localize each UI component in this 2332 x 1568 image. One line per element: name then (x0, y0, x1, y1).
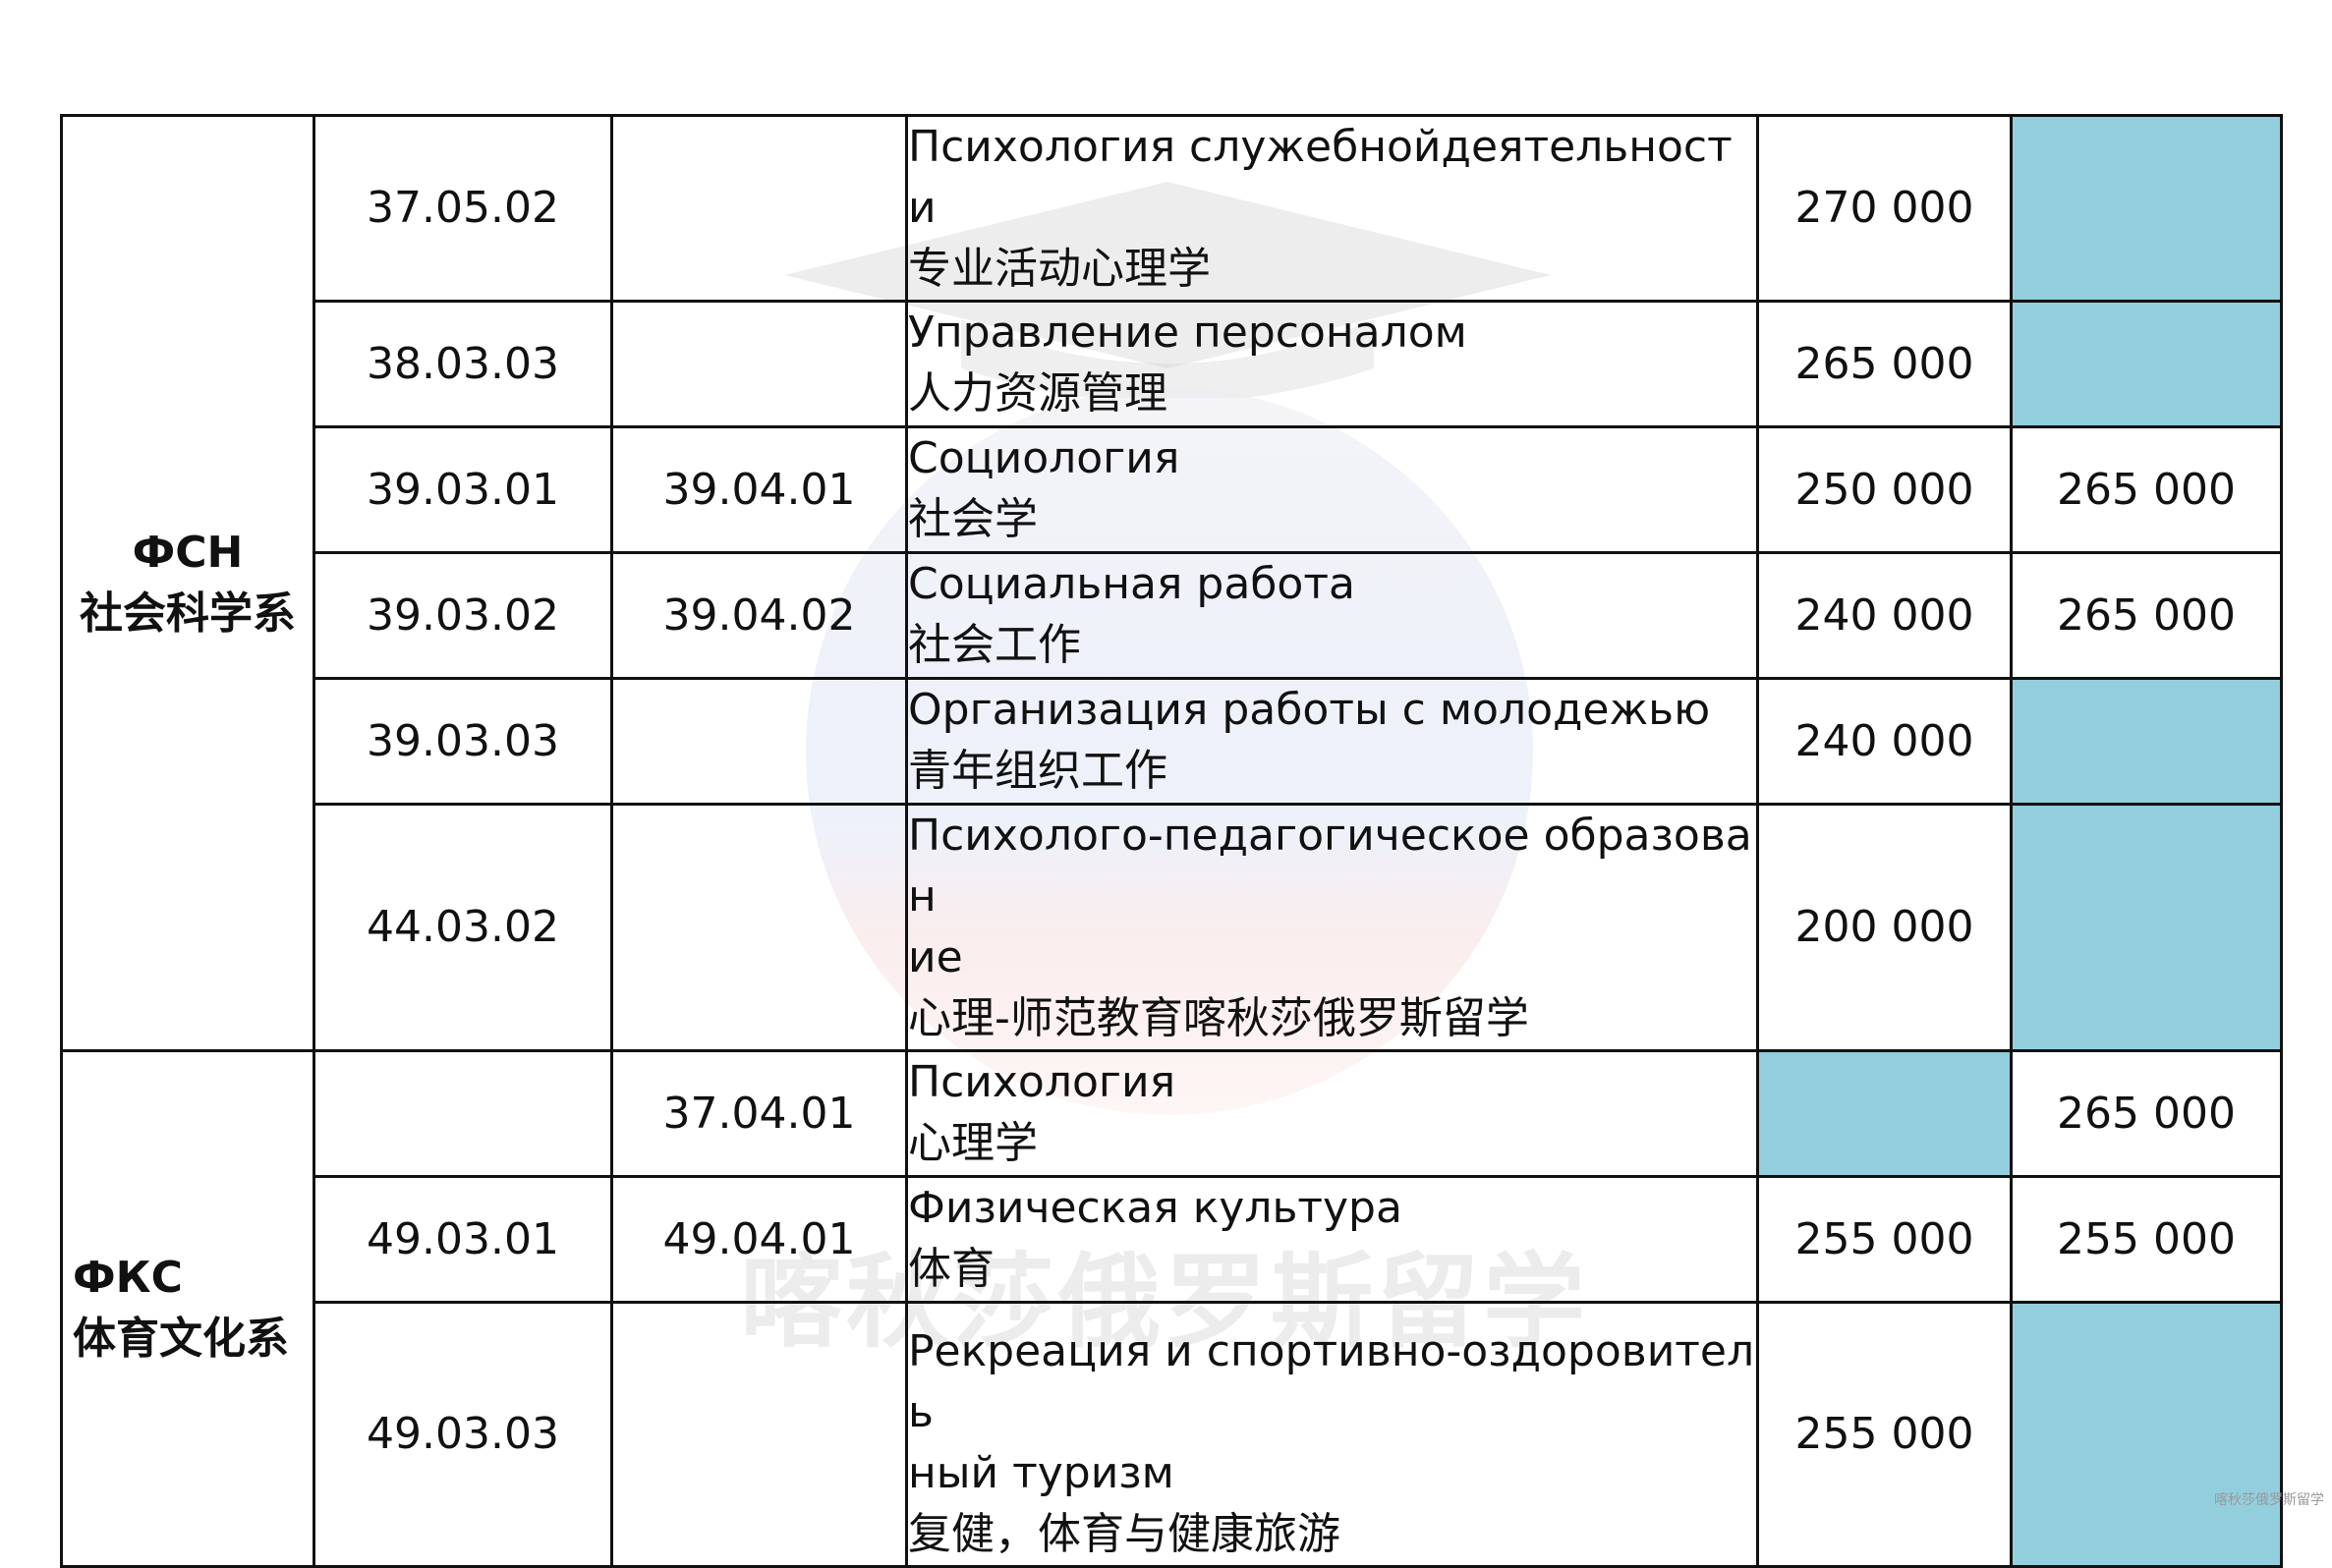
bachelor-code: 38.03.03 (313, 300, 613, 428)
master-code (610, 677, 908, 806)
master-code (610, 803, 908, 1052)
program-name-ru: Психолого-педагогическое образован (908, 811, 1752, 922)
department-code: ФСН (132, 527, 244, 578)
program-name-ru: Социальная работа (908, 559, 1355, 609)
department-name: 体育文化系 (73, 1314, 289, 1364)
bachelor-code: 37.05.02 (313, 114, 613, 303)
master-price: 265 000 (2010, 551, 2283, 680)
bachelor-price: 270 000 (1756, 114, 2013, 303)
master-price-empty (2010, 1301, 2283, 1568)
table-row: ФСН 社会科学系 37.05.02 Психология служебнойд… (60, 114, 2283, 1052)
program-name-ru-cont: ный туризм (908, 1448, 1174, 1498)
bachelor-code (313, 1049, 613, 1178)
table-row: 49.03.01 49.04.01 Физическая культура 体育… (62, 1175, 2283, 1304)
bachelor-price-empty (1756, 1049, 2013, 1178)
program-name-zh: 社会学 (908, 494, 1038, 544)
program-name-zh: 青年组织工作 (908, 746, 1167, 796)
program-name-zh: 社会工作 (908, 620, 1081, 670)
program-name: Психология 心理学 (905, 1049, 1759, 1178)
bachelor-price: 265 000 (1756, 300, 2013, 428)
program-name-ru: Организация работы с молодежью (908, 685, 1711, 735)
program-name-ru: Психология (908, 1057, 1176, 1107)
table-row: 49.03.03 Рекреация и спортивно-оздоровит… (62, 1301, 2283, 1568)
table-row: 38.03.03 Управление персоналом 人力资源管理 26… (62, 300, 2283, 428)
bachelor-code: 39.03.03 (313, 677, 613, 806)
master-price: 265 000 (2010, 425, 2283, 554)
program-name: Социология 社会学 (905, 425, 1759, 554)
department-cell: ФСН 社会科学系 (60, 114, 315, 1052)
table-row: ФКС 体育文化系 37.04.01 Психология 心理学 265 00… (60, 1049, 2283, 1568)
bachelor-price: 240 000 (1756, 677, 2013, 806)
bachelor-code: 44.03.02 (313, 803, 613, 1052)
department-name: 社会科学系 (80, 588, 296, 639)
master-code: 39.04.01 (610, 425, 908, 554)
master-code: 37.04.01 (610, 1049, 908, 1178)
programs-table: ФСН 社会科学系 37.05.02 Психология служебнойд… (60, 114, 2283, 1568)
program-name: Управление персоналом 人力资源管理 (905, 300, 1759, 428)
program-name: Психология служебнойдеятельности 专业活动心理学 (905, 114, 1759, 303)
department-code: ФКС (73, 1253, 183, 1303)
master-code: 39.04.02 (610, 551, 908, 680)
master-price: 255 000 (2010, 1175, 2283, 1304)
program-name-zh: 体育 (908, 1244, 995, 1294)
table-row: 44.03.02 Психолого-педагогическое образо… (62, 803, 2283, 1052)
table-row: 39.03.03 Организация работы с молодежью … (62, 677, 2283, 806)
program-name-zh: 心理学 (908, 1118, 1038, 1168)
master-code (610, 1301, 908, 1568)
master-price-empty (2010, 114, 2283, 303)
program-name-zh: 人力资源管理 (908, 368, 1167, 419)
department-cell: ФКС 体育文化系 (60, 1049, 315, 1568)
program-name: Психолого-педагогическое образован ие 心理… (905, 803, 1759, 1052)
program-name-zh: 心理-师范教育喀秋莎俄罗斯留学 (908, 993, 1529, 1043)
program-name-ru: Рекреация и спортивно-оздоровитель (908, 1326, 1755, 1437)
table-row: 39.03.01 39.04.01 Социология 社会学 250 000… (62, 425, 2283, 554)
master-code (610, 114, 908, 303)
program-name: Рекреация и спортивно-оздоровитель ный т… (905, 1301, 1759, 1568)
master-code: 49.04.01 (610, 1175, 908, 1304)
master-price-empty (2010, 677, 2283, 806)
bachelor-price: 200 000 (1756, 803, 2013, 1052)
program-name-zh: 专业活动心理学 (908, 244, 1211, 294)
bachelor-price: 240 000 (1756, 551, 2013, 680)
program-name-ru: Социология (908, 433, 1180, 483)
bachelor-code: 39.03.02 (313, 551, 613, 680)
bachelor-code: 39.03.01 (313, 425, 613, 554)
bachelor-price: 255 000 (1756, 1175, 2013, 1304)
master-price-empty (2010, 803, 2283, 1052)
program-name-zh: 复健，体育与健康旅游 (908, 1509, 1340, 1559)
master-price-empty (2010, 300, 2283, 428)
program-name-ru: Физическая культура (908, 1183, 1402, 1233)
program-name-ru: Управление персоналом (908, 308, 1467, 358)
bachelor-price: 255 000 (1756, 1301, 2013, 1568)
bachelor-code: 49.03.01 (313, 1175, 613, 1304)
program-name: Организация работы с молодежью 青年组织工作 (905, 677, 1759, 806)
table-row: 39.03.02 39.04.02 Социальная работа 社会工作… (62, 551, 2283, 680)
master-code (610, 300, 908, 428)
master-price: 265 000 (2010, 1049, 2283, 1178)
bachelor-price: 250 000 (1756, 425, 2013, 554)
program-name: Социальная работа 社会工作 (905, 551, 1759, 680)
program-name: Физическая культура 体育 (905, 1175, 1759, 1304)
footer-watermark: 喀秋莎俄罗斯留学 (2214, 1492, 2324, 1508)
program-name-ru: Психология служебнойдеятельности (908, 122, 1733, 233)
program-name-ru-cont: ие (908, 932, 963, 982)
bachelor-code: 49.03.03 (313, 1301, 613, 1568)
